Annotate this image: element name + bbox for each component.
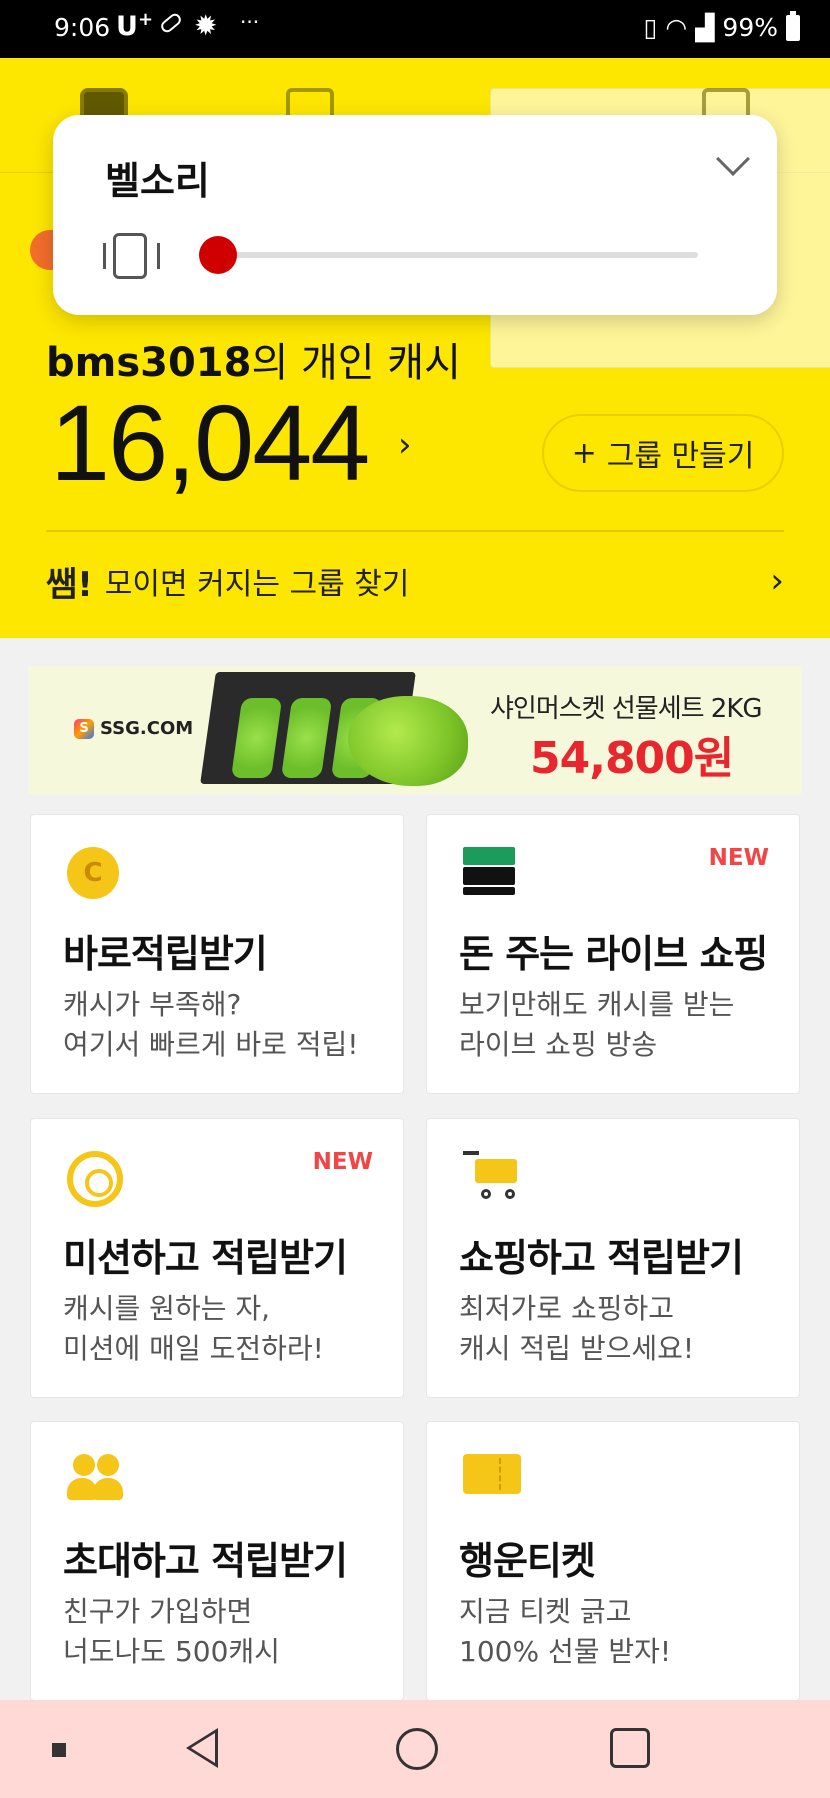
card-desc: 캐시를 원하는 자, 미션에 매일 도전하라! bbox=[63, 1289, 324, 1369]
card-mission-reward[interactable]: NEW 미션하고 적립받기 캐시를 원하는 자, 미션에 매일 도전하라! bbox=[30, 1118, 404, 1398]
ticket-icon bbox=[463, 1454, 521, 1494]
person-body bbox=[93, 1478, 123, 1500]
money-icon bbox=[463, 847, 515, 903]
system-nav-bar bbox=[0, 1700, 830, 1798]
card-desc: 최저가로 쇼핑하고캐시 적립 받으세요! bbox=[459, 1289, 694, 1369]
plus-icon: + bbox=[571, 435, 597, 471]
battery-icon bbox=[786, 10, 800, 41]
grape-bag-2 bbox=[280, 698, 333, 778]
carrier-sup: + bbox=[137, 9, 154, 30]
chevron-right-icon: › bbox=[770, 561, 784, 601]
ssem-badge: 쌤! bbox=[46, 564, 93, 605]
volume-slider-thumb[interactable] bbox=[199, 236, 237, 274]
card-desc-line2: 미션에 매일 도전하라! bbox=[63, 1332, 324, 1365]
cart-icon bbox=[463, 1151, 523, 1201]
back-icon[interactable] bbox=[186, 1728, 218, 1768]
money-bill-1 bbox=[463, 847, 515, 865]
gear-icon: ✹ bbox=[194, 9, 218, 42]
new-badge: NEW bbox=[312, 1149, 373, 1175]
volume-popup: 벨소리 bbox=[53, 115, 777, 315]
card-desc-line2: 라이브 쇼핑 방송 bbox=[459, 1028, 658, 1061]
carrier-text: U bbox=[116, 11, 138, 42]
card-desc-line1: 캐시를 원하는 자, bbox=[63, 1292, 271, 1325]
card-title: 돈 주는 라이브 쇼핑 bbox=[459, 932, 768, 976]
target-icon bbox=[67, 1151, 123, 1207]
volume-slider-track[interactable] bbox=[218, 252, 698, 258]
volume-title: 벨소리 bbox=[105, 159, 210, 203]
cart-basket bbox=[475, 1159, 517, 1183]
card-instant-reward[interactable]: C 바로적립받기 캐시가 부족해? 여기서 빠르게 바로 적립! bbox=[30, 814, 404, 1094]
cash-amount[interactable]: 16,044 bbox=[50, 380, 370, 505]
cash-detail-chevron-icon[interactable]: › bbox=[398, 425, 412, 465]
grape-bunch-image bbox=[348, 696, 468, 786]
divider bbox=[46, 530, 784, 532]
card-title: 쇼핑하고 적립받기 bbox=[459, 1236, 744, 1280]
money-bill-2 bbox=[463, 867, 515, 885]
card-desc-line1: 친구가 가입하면 bbox=[63, 1595, 253, 1628]
person-head bbox=[97, 1454, 119, 1476]
card-desc-line2: 100% 선물 받자! bbox=[459, 1635, 672, 1668]
card-desc-line1: 보기만해도 캐시를 받는 bbox=[459, 988, 735, 1021]
ssg-logo-text: SSG.COM bbox=[100, 718, 194, 739]
card-title: 행운티켓 bbox=[459, 1539, 596, 1583]
cart-handle bbox=[463, 1151, 479, 1155]
recent-apps-icon[interactable] bbox=[610, 1728, 650, 1768]
card-desc-line2: 여기서 빠르게 바로 적립! bbox=[63, 1028, 359, 1061]
home-circle-icon[interactable] bbox=[396, 1728, 438, 1770]
card-title: 미션하고 적립받기 bbox=[63, 1236, 348, 1280]
card-desc: 친구가 가입하면너도나도 500캐시 bbox=[63, 1592, 280, 1672]
create-group-label: 그룹 만들기 bbox=[606, 439, 755, 474]
vibrate-icon[interactable] bbox=[113, 233, 147, 279]
card-desc-line2: 캐시 적립 받으세요! bbox=[459, 1332, 695, 1365]
battery-percent: 99% bbox=[722, 13, 778, 42]
card-desc: 캐시가 부족해? 여기서 빠르게 바로 적립! bbox=[63, 985, 359, 1065]
find-group-label: 모이면 커지는 그룹 찾기 bbox=[104, 567, 410, 602]
coin-icon: C bbox=[67, 847, 119, 899]
card-desc-line1: 최저가로 쇼핑하고 bbox=[459, 1292, 674, 1325]
carrier-label: U+ bbox=[116, 9, 153, 42]
card-desc: 지금 티켓 긁고 100% 선물 받자! bbox=[459, 1592, 671, 1672]
card-desc-line1: 지금 티켓 긁고 bbox=[459, 1595, 632, 1628]
create-group-button[interactable]: + 그룹 만들기 bbox=[542, 414, 784, 492]
card-shopping-reward[interactable]: 쇼핑하고 적립받기 최저가로 쇼핑하고캐시 적립 받으세요! bbox=[426, 1118, 800, 1398]
status-bar: 9:06 U+ ✹ ··· ▯ ◠ ▟ 99% bbox=[0, 0, 830, 58]
card-desc: 보기만해도 캐시를 받는라이브 쇼핑 방송 bbox=[459, 985, 734, 1065]
card-title: 바로적립받기 bbox=[63, 932, 268, 976]
ssg-logo-icon: S bbox=[74, 718, 94, 739]
pill-icon bbox=[158, 11, 184, 35]
card-live-shopping[interactable]: NEW 돈 주는 라이브 쇼핑 보기만해도 캐시를 받는라이브 쇼핑 방송 bbox=[426, 814, 800, 1094]
person-head bbox=[73, 1454, 95, 1476]
people-icon bbox=[67, 1454, 127, 1504]
card-lucky-ticket[interactable]: 행운티켓 지금 티켓 긁고 100% 선물 받자! bbox=[426, 1421, 800, 1701]
ad-banner[interactable]: S SSG.COM 샤인머스켓 선물세트 2KG 54,800원 bbox=[28, 666, 802, 794]
money-bill-3 bbox=[463, 887, 515, 895]
card-desc-line2: 너도나도 500캐시 bbox=[63, 1635, 280, 1668]
card-desc-line1: 캐시가 부족해? bbox=[63, 988, 242, 1021]
card-title: 초대하고 적립받기 bbox=[63, 1539, 348, 1583]
signal-icon: ▟ bbox=[695, 13, 715, 42]
cart-wheel bbox=[505, 1189, 515, 1199]
card-invite-reward[interactable]: 초대하고 적립받기 친구가 가입하면너도나도 500캐시 bbox=[30, 1421, 404, 1701]
new-badge: NEW bbox=[708, 845, 769, 871]
wifi-icon: ◠ bbox=[665, 13, 688, 42]
banner-title: 샤인머스켓 선물세트 2KG bbox=[490, 694, 763, 724]
vibrate-wave-right bbox=[157, 243, 160, 269]
find-group-row[interactable]: 쌤! 모이면 커지는 그룹 찾기 › bbox=[46, 557, 784, 605]
status-right: ▯ ◠ ▟ 99% bbox=[643, 10, 800, 42]
more-notifications-icon: ··· bbox=[240, 10, 260, 34]
vibrate-wave-left bbox=[103, 243, 106, 269]
chevron-down-icon[interactable] bbox=[716, 142, 750, 176]
status-time: 9:06 bbox=[54, 13, 111, 42]
nav-dot-icon[interactable] bbox=[52, 1743, 66, 1757]
grape-bag-1 bbox=[230, 698, 283, 778]
vibrate-status-icon: ▯ bbox=[643, 13, 658, 42]
banner-price: 54,800원 bbox=[530, 733, 734, 784]
ssg-logo: S SSG.COM bbox=[74, 718, 193, 739]
cart-wheel bbox=[481, 1189, 491, 1199]
